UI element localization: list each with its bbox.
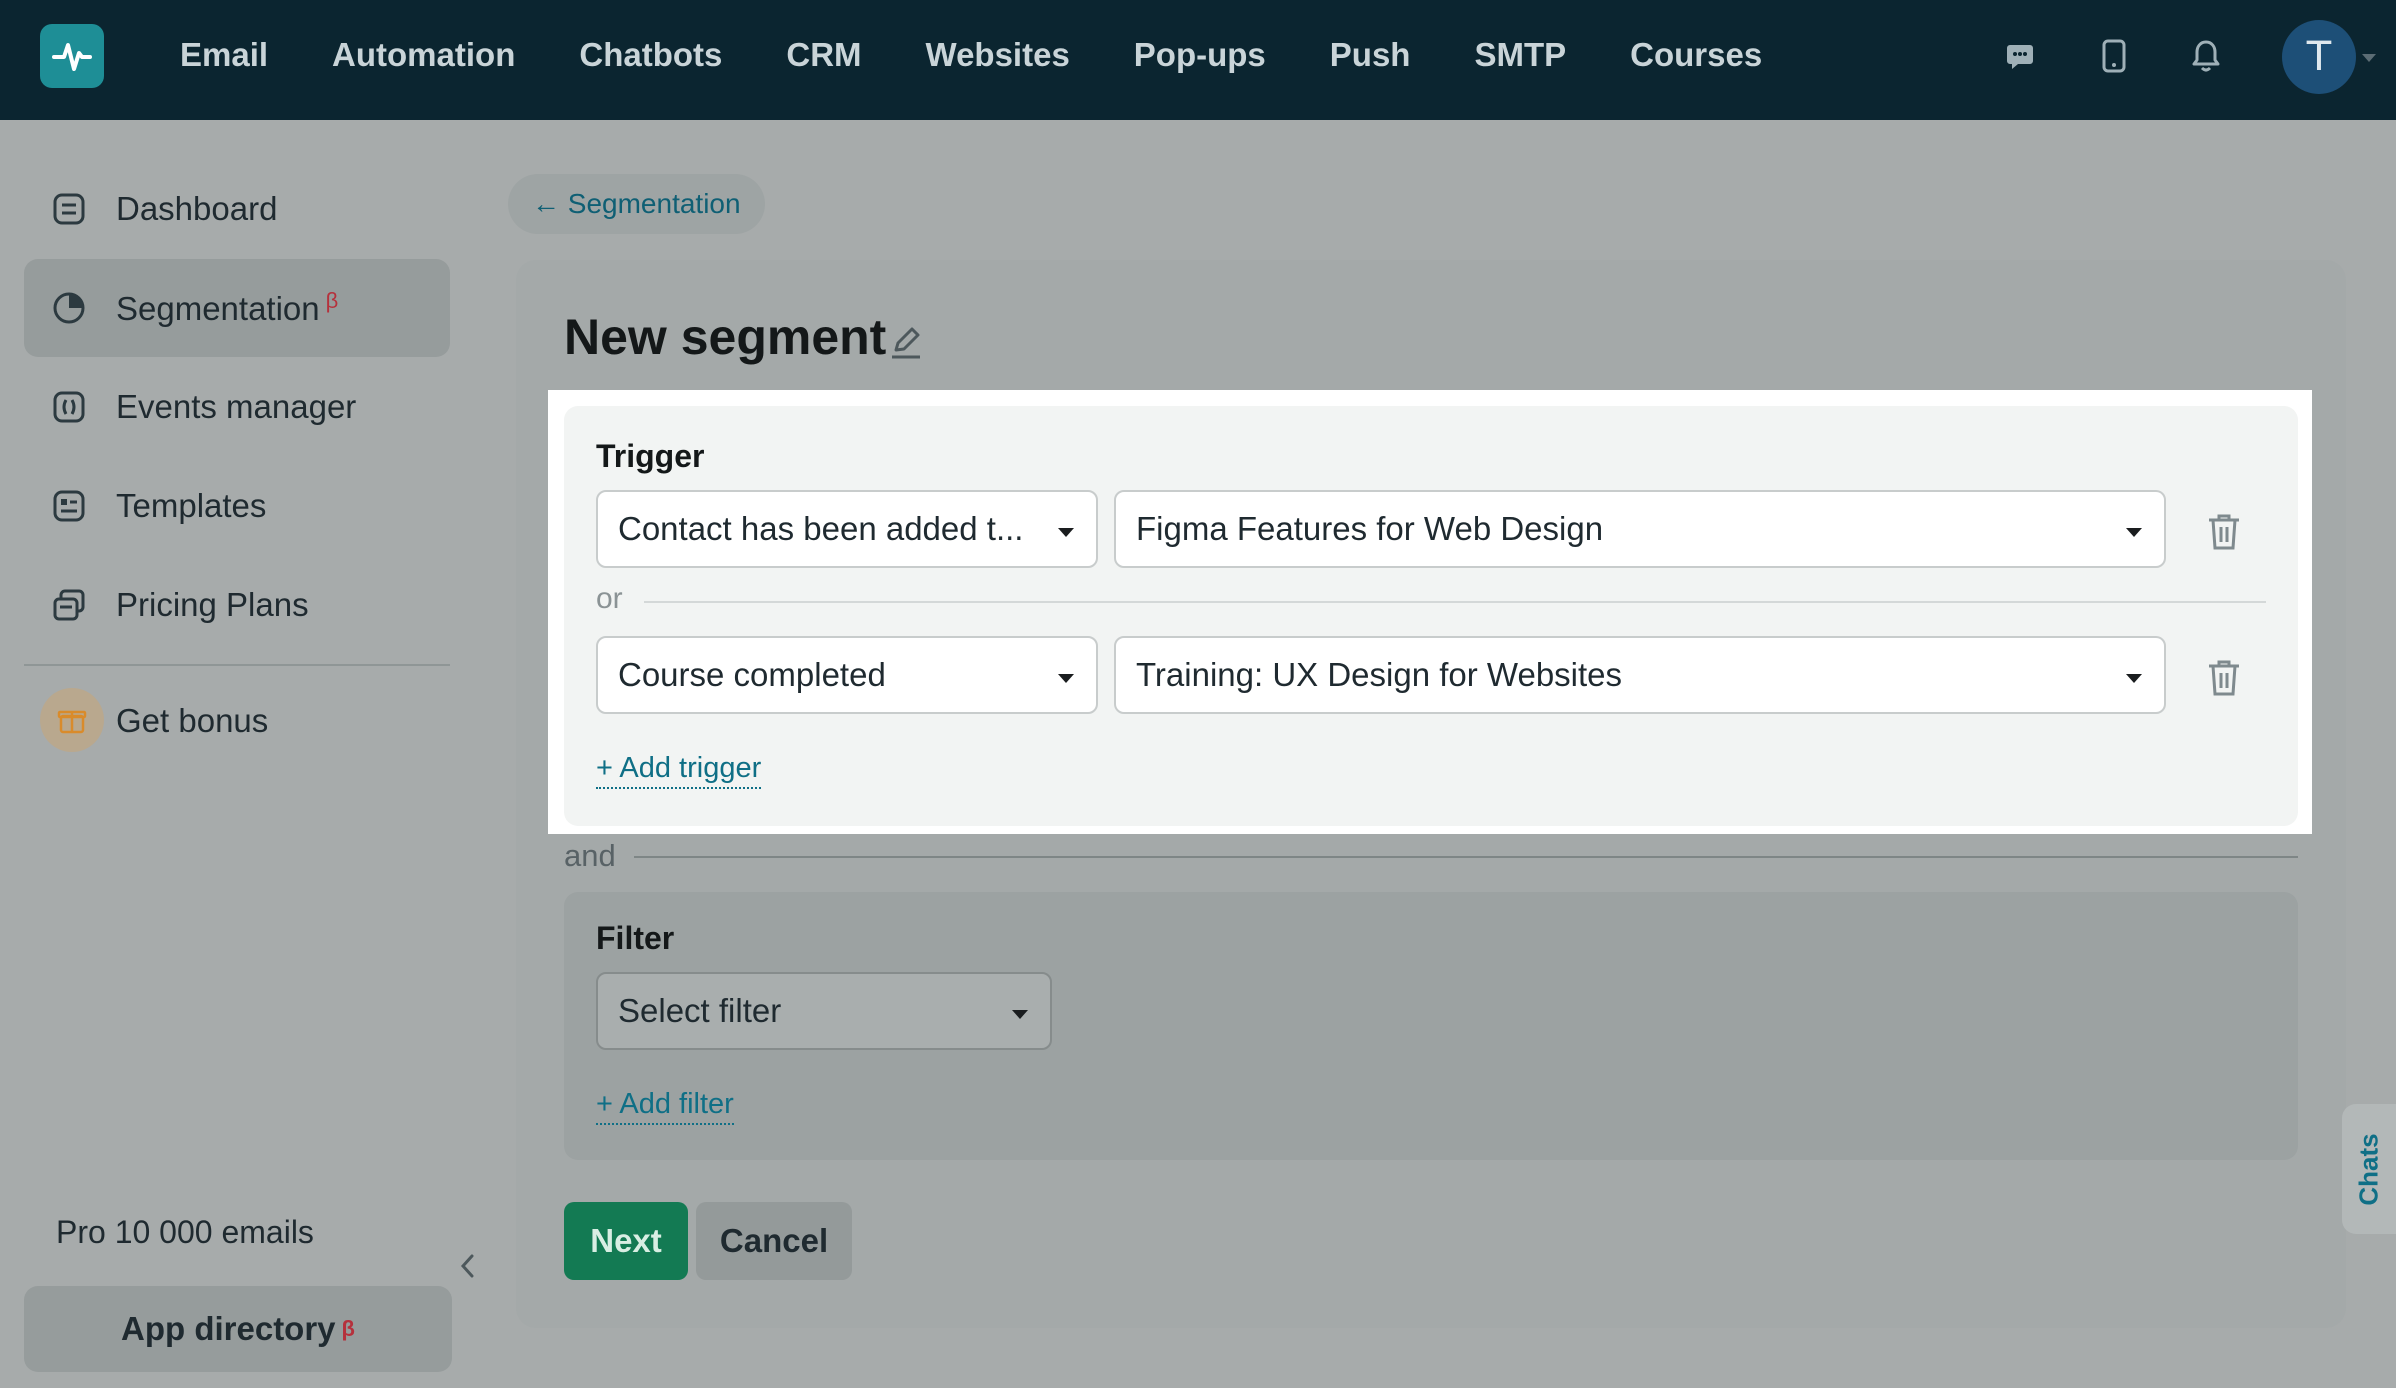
sidebar-item-get-bonus[interactable]: Get bonus — [24, 672, 450, 770]
nav-websites[interactable]: Websites — [926, 36, 1070, 74]
chat-icon[interactable] — [2000, 36, 2040, 76]
top-navigation-bar: Email Automation Chatbots CRM Websites P… — [0, 0, 2396, 120]
nav-push[interactable]: Push — [1330, 36, 1411, 74]
or-separator-line — [644, 601, 2266, 603]
select-value: Course completed — [618, 656, 886, 693]
breadcrumb-back-link[interactable]: ← Segmentation — [508, 174, 765, 234]
trigger-panel — [564, 406, 2298, 826]
next-button[interactable]: Next — [564, 1202, 688, 1280]
trigger-condition-select-2[interactable]: Course completed — [596, 636, 1098, 714]
trigger-label: Trigger — [596, 438, 705, 474]
bell-icon[interactable] — [2186, 36, 2226, 76]
caret-down-icon — [1058, 528, 1074, 537]
sidebar-item-events-manager[interactable]: Events manager — [24, 358, 450, 456]
or-separator-label: or — [596, 582, 623, 615]
sidebar-item-dashboard[interactable]: Dashboard — [24, 160, 450, 258]
trigger-condition-select-1[interactable]: Contact has been added t... — [596, 490, 1098, 568]
filter-select[interactable]: Select filter — [596, 972, 1052, 1050]
and-separator-label: and — [564, 838, 616, 873]
caret-down-icon — [2126, 674, 2142, 683]
sidebar-item-segmentation[interactable]: Segmentation β — [24, 259, 450, 357]
page-title: New segment — [564, 309, 887, 365]
caret-down-icon — [1012, 1010, 1028, 1019]
add-filter-link[interactable]: + Add filter — [596, 1088, 734, 1125]
app-directory-button[interactable]: App directory β — [24, 1286, 452, 1372]
trigger-value-select-2[interactable]: Training: UX Design for Websites — [1114, 636, 2166, 714]
sidebar-item-label: Dashboard — [116, 190, 278, 227]
nav-smtp[interactable]: SMTP — [1474, 36, 1566, 74]
sidebar-item-label: Segmentation β — [116, 288, 338, 328]
trash-icon[interactable] — [2206, 658, 2242, 698]
filter-label: Filter — [596, 920, 675, 956]
select-value: Training: UX Design for Websites — [1136, 656, 1623, 693]
caret-down-icon — [1058, 674, 1074, 683]
sidebar-item-label: Templates — [116, 487, 267, 524]
app-directory-label: App directory — [121, 1310, 336, 1347]
sidebar-item-label: Get bonus — [116, 702, 269, 739]
beta-badge: β — [325, 288, 339, 313]
gift-icon — [40, 688, 104, 752]
trigger-value-select-1[interactable]: Figma Features for Web Design — [1114, 490, 2166, 568]
nav-chatbots[interactable]: Chatbots — [579, 36, 722, 74]
nav-automation[interactable]: Automation — [332, 36, 515, 74]
select-placeholder: Select filter — [618, 992, 782, 1029]
sidebar-divider — [24, 664, 450, 666]
segmentation-icon — [53, 292, 85, 324]
sidebar-item-templates[interactable]: Templates — [24, 457, 450, 555]
dashboard-icon — [53, 193, 85, 225]
templates-icon — [53, 490, 85, 522]
segmentation-label: Segmentation — [116, 290, 320, 327]
plan-text: Pro 10 000 emails — [56, 1214, 314, 1250]
cancel-button[interactable]: Cancel — [696, 1202, 852, 1280]
mobile-icon[interactable] — [2094, 36, 2134, 76]
chevron-down-icon[interactable] — [2362, 54, 2376, 62]
sidebar-item-label: Pricing Plans — [116, 586, 309, 623]
events-icon — [53, 391, 85, 423]
beta-badge: β — [341, 1316, 355, 1341]
chats-side-tab[interactable]: Chats — [2342, 1104, 2396, 1234]
sidebar-item-pricing-plans[interactable]: Pricing Plans — [24, 556, 450, 654]
chevron-left-icon[interactable] — [456, 1252, 480, 1280]
and-separator-line — [634, 856, 2298, 858]
select-value: Contact has been added t... — [618, 510, 1024, 547]
nav-popups[interactable]: Pop-ups — [1134, 36, 1266, 74]
sidebar-item-label: Events manager — [116, 388, 357, 425]
nav-crm[interactable]: CRM — [786, 36, 861, 74]
chats-tab-label: Chats — [2353, 1132, 2384, 1206]
main-nav: Email Automation Chatbots CRM Websites P… — [180, 0, 1826, 110]
user-avatar[interactable]: T — [2282, 20, 2356, 94]
pricing-icon — [53, 589, 85, 621]
pencil-edit-icon[interactable] — [886, 322, 926, 362]
nav-courses[interactable]: Courses — [1630, 36, 1762, 74]
caret-down-icon — [2126, 528, 2142, 537]
trash-icon[interactable] — [2206, 512, 2242, 552]
add-trigger-link[interactable]: + Add trigger — [596, 752, 762, 789]
logo-pulse-icon[interactable] — [40, 24, 104, 88]
nav-email[interactable]: Email — [180, 36, 268, 74]
select-value: Figma Features for Web Design — [1136, 510, 1604, 547]
